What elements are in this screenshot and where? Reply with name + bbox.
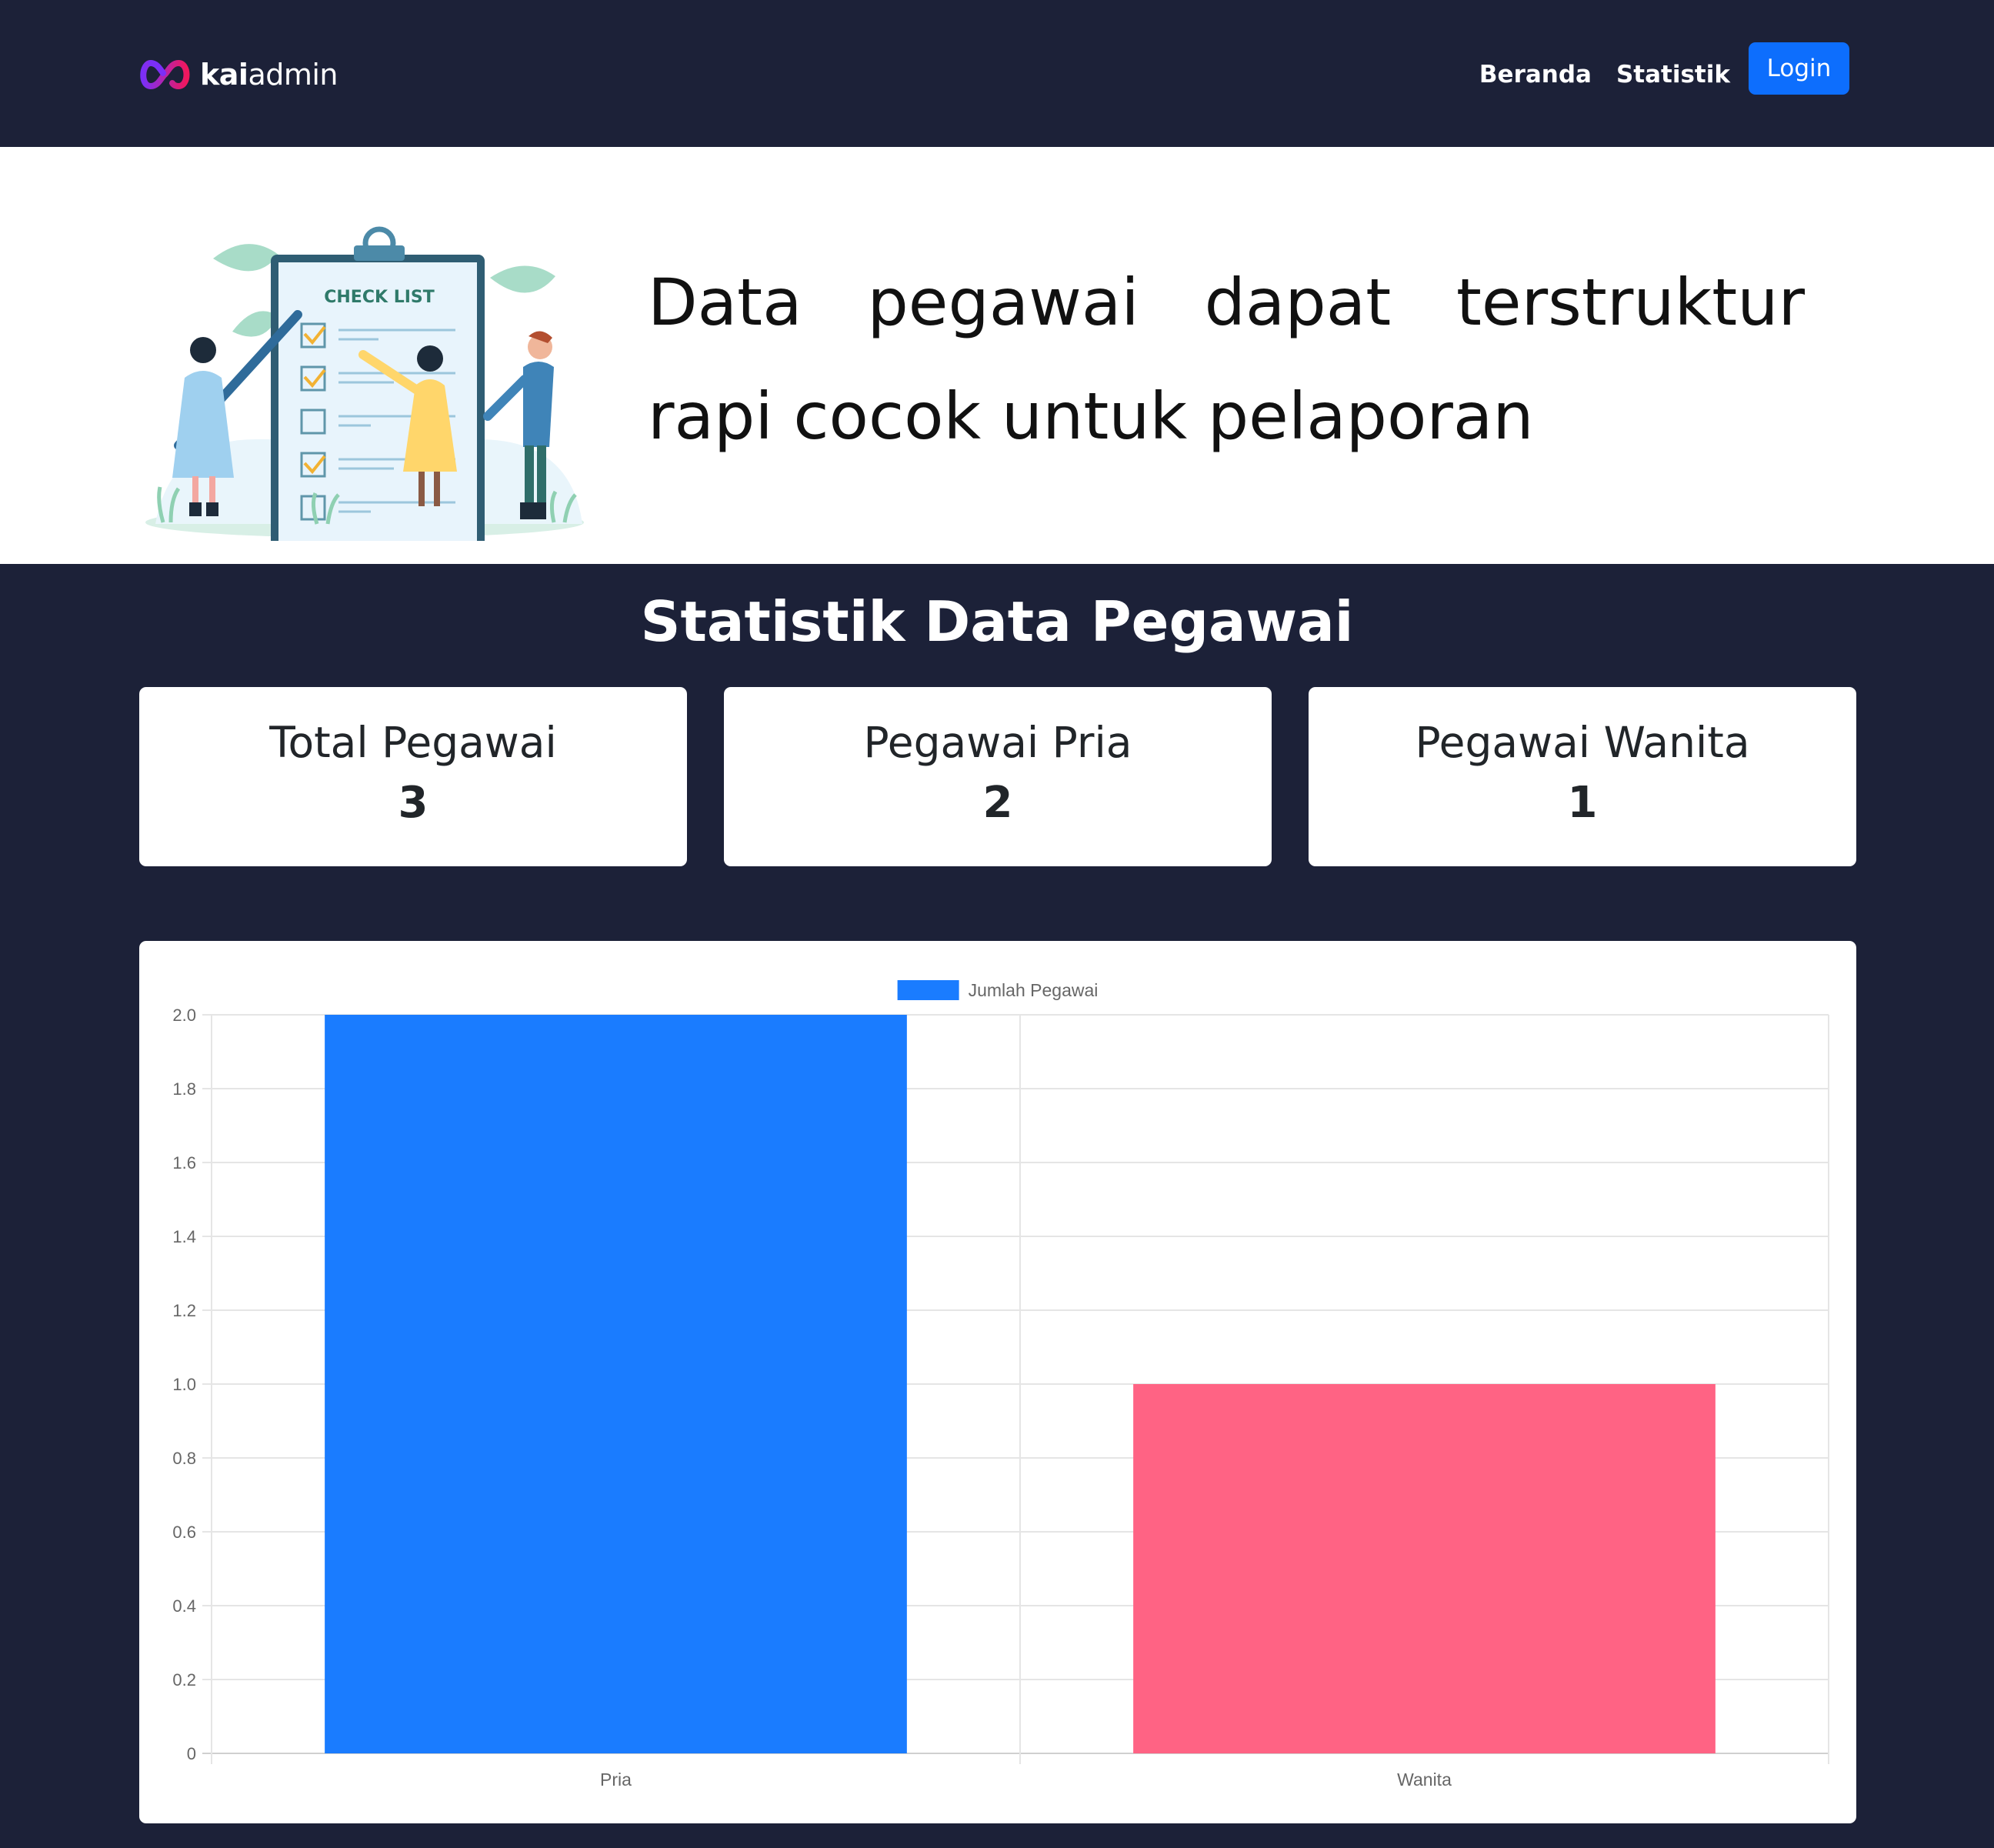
hero-section: CHECK LIST Data pegawai dapat terstruktu… [0,147,1994,564]
stat-card-value: 1 [1567,778,1598,828]
login-button[interactable]: Login [1749,42,1849,95]
hero-line-2: rapi cocok untuk pelaporan [648,379,1534,454]
brand-logo[interactable]: kaiadmin [137,55,338,94]
hero-word-4: terstruktur [1456,265,1805,340]
y-tick-label: 1.8 [172,1079,196,1099]
illustration-label: CHECK LIST [324,288,435,307]
y-tick-label: 0.4 [172,1596,196,1616]
checklist-illustration: CHECK LIST [145,226,584,541]
hero-word-3: dapat [1204,265,1392,340]
stat-card-label: Pegawai Wanita [1415,718,1750,767]
y-tick-label: 0.2 [172,1670,196,1690]
nav-link-statistik[interactable]: Statistik [1616,61,1730,88]
bar-chart: 0 0.2 0.4 0.6 0.8 1.0 1.2 1.4 1.6 1.8 2.0 Pria Wanit… [172,980,1829,1790]
x-tick-label: Pria [600,1770,632,1790]
stat-card-value: 2 [982,778,1013,828]
legend-swatch [897,980,959,1000]
hero-word-1: Data [648,265,802,340]
nav-links: Beranda Statistik Login [1479,42,1849,95]
bar-wanita [1133,1384,1716,1753]
y-tick-label: 2.0 [172,1006,196,1025]
x-tick-label: Wanita [1397,1770,1452,1790]
stats-title: Statistik Data Pegawai [640,589,1354,654]
stat-card-wanita: Pegawai Wanita 1 [1309,687,1856,866]
hero-word-2: pegawai [867,265,1139,340]
infinity-logo-icon [140,59,190,90]
brand-name: kaiadmin [200,58,338,92]
navbar: kaiadmin Beranda Statistik Login [0,0,1994,147]
hero-headline: Data pegawai dapat terstruktur rapi coco… [648,245,1805,473]
y-tick-label: 1.2 [172,1301,196,1320]
y-tick-label: 1.6 [172,1153,196,1173]
stat-card-pria: Pegawai Pria 2 [724,687,1272,866]
y-tick-label: 1.4 [172,1227,196,1246]
stat-card-label: Pegawai Pria [863,718,1132,767]
y-tick-label: 0.8 [172,1449,196,1468]
stat-card-total: Total Pegawai 3 [139,687,687,866]
chart-card: 0 0.2 0.4 0.6 0.8 1.0 1.2 1.4 1.6 1.8 2.0 Pria Wanit… [139,941,1856,1823]
y-tick-label: 1.0 [172,1375,196,1394]
stat-card-label: Total Pegawai [269,718,557,767]
nav-link-beranda[interactable]: Beranda [1479,61,1592,88]
y-tick-label: 0 [187,1744,196,1763]
stat-card-value: 3 [398,778,428,828]
legend-label: Jumlah Pegawai [969,980,1099,1000]
bar-pria [325,1015,907,1753]
y-tick-label: 0.6 [172,1523,196,1542]
